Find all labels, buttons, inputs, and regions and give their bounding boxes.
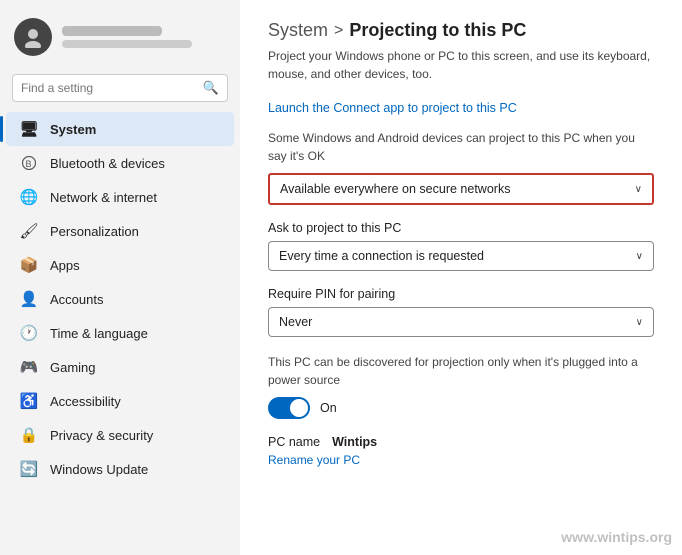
sidebar-item-personalization[interactable]: 🖌 Personalization	[6, 214, 234, 248]
privacy-icon: 🔒	[20, 426, 38, 444]
toggle-row: On	[268, 397, 654, 419]
time-icon: 🕐	[20, 324, 38, 342]
availability-dropdown[interactable]: Available everywhere on secure networks …	[268, 173, 654, 205]
pc-name-value: Wintips	[332, 435, 377, 449]
apps-icon: 📦	[20, 256, 38, 274]
pc-name-row: PC name Wintips	[268, 435, 654, 449]
ask-project-section: Ask to project to this PC Every time a c…	[268, 221, 654, 271]
system-icon: 🖥	[20, 120, 38, 138]
bluetooth-icon: B	[20, 154, 38, 172]
power-description: This PC can be discovered for projection…	[268, 353, 654, 389]
user-email-blurred	[62, 40, 192, 48]
sidebar-item-label: Apps	[50, 258, 80, 273]
pin-dropdown[interactable]: Never ∨	[268, 307, 654, 337]
main-content: System > Projecting to this PC Project y…	[240, 0, 682, 555]
power-toggle[interactable]	[268, 397, 310, 419]
breadcrumb-separator: >	[334, 22, 343, 40]
sidebar-item-label: Privacy & security	[50, 428, 153, 443]
ask-project-value: Every time a connection is requested	[279, 249, 484, 263]
pin-section: Require PIN for pairing Never ∨	[268, 287, 654, 337]
page-title: Projecting to this PC	[349, 20, 526, 41]
ask-project-dropdown[interactable]: Every time a connection is requested ∨	[268, 241, 654, 271]
sidebar-item-system[interactable]: 🖥 System	[6, 112, 234, 146]
sidebar-item-label: Personalization	[50, 224, 139, 239]
network-icon: 🌐	[20, 188, 38, 206]
sidebar-item-privacy[interactable]: 🔒 Privacy & security	[6, 418, 234, 452]
sidebar-item-apps[interactable]: 📦 Apps	[6, 248, 234, 282]
breadcrumb-parent: System	[268, 20, 328, 41]
sidebar-item-label: Accessibility	[50, 394, 121, 409]
sidebar-item-label: Time & language	[50, 326, 148, 341]
sidebar-item-network[interactable]: 🌐 Network & internet	[6, 180, 234, 214]
sidebar-item-bluetooth[interactable]: B Bluetooth & devices	[6, 146, 234, 180]
breadcrumb: System > Projecting to this PC	[268, 20, 654, 41]
availability-dropdown-value: Available everywhere on secure networks	[280, 182, 510, 196]
pin-value: Never	[279, 315, 312, 329]
connect-app-link[interactable]: Launch the Connect app to project to thi…	[268, 101, 654, 115]
ask-project-label: Ask to project to this PC	[268, 221, 654, 235]
sidebar-item-time[interactable]: 🕐 Time & language	[6, 316, 234, 350]
chevron-down-icon: ∨	[636, 251, 643, 262]
power-section: This PC can be discovered for projection…	[268, 353, 654, 419]
pc-name-label: PC name	[268, 435, 320, 449]
sidebar-item-label: System	[50, 122, 96, 137]
sidebar-item-accounts[interactable]: 👤 Accounts	[6, 282, 234, 316]
chevron-down-icon: ∨	[635, 184, 642, 195]
sidebar-item-label: Windows Update	[50, 462, 148, 477]
gaming-icon: 🎮	[20, 358, 38, 376]
user-profile	[0, 8, 240, 70]
svg-text:B: B	[26, 159, 32, 169]
availability-section: Some Windows and Android devices can pro…	[268, 129, 654, 205]
personalization-icon: 🖌	[20, 222, 38, 240]
accessibility-icon: ♿	[20, 392, 38, 410]
pin-label: Require PIN for pairing	[268, 287, 654, 301]
search-input[interactable]	[21, 81, 197, 95]
sidebar: 🔍 🖥 System B Bluetooth & devices 🌐 Netwo…	[0, 0, 240, 555]
pc-name-section: PC name Wintips Rename your PC	[268, 435, 654, 467]
sidebar-item-update[interactable]: 🔄 Windows Update	[6, 452, 234, 486]
update-icon: 🔄	[20, 460, 38, 478]
avatar	[14, 18, 52, 56]
chevron-down-icon: ∨	[636, 317, 643, 328]
toggle-label: On	[320, 401, 337, 415]
rename-pc-link[interactable]: Rename your PC	[268, 453, 654, 467]
toggle-knob	[290, 399, 308, 417]
page-description: Project your Windows phone or PC to this…	[268, 47, 654, 83]
available-description: Some Windows and Android devices can pro…	[268, 129, 654, 165]
sidebar-item-label: Network & internet	[50, 190, 157, 205]
search-box[interactable]: 🔍	[12, 74, 228, 102]
sidebar-item-label: Accounts	[50, 292, 103, 307]
search-icon: 🔍	[203, 80, 219, 96]
sidebar-item-accessibility[interactable]: ♿ Accessibility	[6, 384, 234, 418]
accounts-icon: 👤	[20, 290, 38, 308]
sidebar-item-gaming[interactable]: 🎮 Gaming	[6, 350, 234, 384]
user-name-blurred	[62, 26, 162, 36]
sidebar-item-label: Gaming	[50, 360, 96, 375]
sidebar-item-label: Bluetooth & devices	[50, 156, 165, 171]
